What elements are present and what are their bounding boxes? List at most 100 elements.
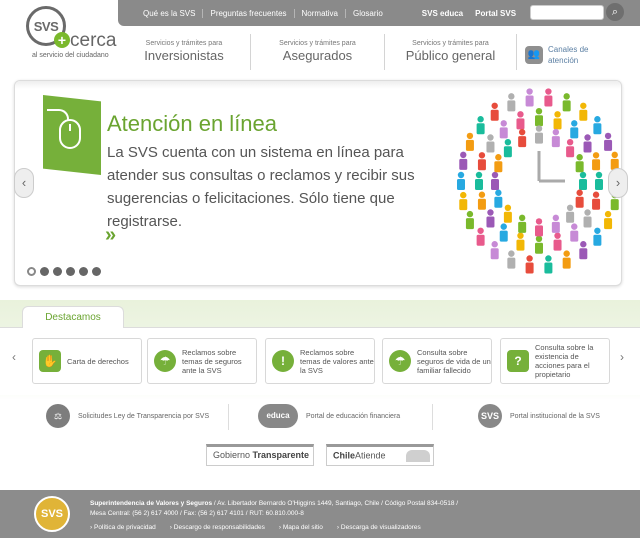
- person-figure: [503, 138, 512, 158]
- person-figure: [518, 128, 527, 148]
- destacamos-prev-icon[interactable]: ‹: [12, 350, 16, 364]
- main-nav: Servicios y trámites para Inversionistas…: [118, 34, 640, 70]
- person-figure: [579, 102, 588, 121]
- divider: [228, 404, 229, 430]
- top-link-glosario[interactable]: Glosario: [346, 9, 390, 18]
- top-link-normativa[interactable]: Normativa: [295, 8, 346, 18]
- card-carta-derechos[interactable]: ✋ Carta de derechos: [32, 338, 142, 384]
- gob-pre: Gobierno: [213, 450, 253, 460]
- site-logo[interactable]: SVS + cerca al servicio del ciudadano: [18, 4, 116, 64]
- search-icon[interactable]: ⌕: [606, 3, 624, 21]
- footer-address: Superintendencia de Valores y Seguros / …: [90, 500, 458, 507]
- nav-asegurados[interactable]: Servicios y trámites para Asegurados: [250, 34, 384, 70]
- carousel-dots: [27, 267, 105, 276]
- umbrella-icon: ☂: [154, 350, 176, 372]
- nav-inversionistas[interactable]: Servicios y trámites para Inversionistas: [118, 34, 250, 70]
- nav-canales[interactable]: 👥 Canales de atención: [516, 34, 626, 70]
- person-figure: [551, 214, 560, 233]
- destacamos-next-icon[interactable]: ›: [620, 350, 624, 364]
- nav-small-label: Servicios y trámites para: [279, 40, 356, 47]
- card-reclamos-valores[interactable]: ! Reclamos sobre temas de valores ante l…: [265, 338, 375, 384]
- footer-link-visualizadores[interactable]: Descarga de visualizadores: [337, 524, 421, 531]
- person-figure: [593, 116, 602, 135]
- link-educacion-financiera[interactable]: educa Portal de educación financiera: [258, 404, 400, 428]
- person-figure: [593, 227, 602, 246]
- card-reclamos-seguros[interactable]: ☂ Reclamos sobre temas de seguros ante l…: [147, 338, 257, 384]
- footer-link-mapa[interactable]: Mapa del sitio: [279, 524, 323, 531]
- people-icon: [406, 450, 431, 462]
- top-link-preguntas[interactable]: Preguntas frecuentes: [203, 8, 295, 18]
- person-figure: [553, 232, 562, 251]
- hand-icon: ✋: [39, 350, 61, 372]
- person-figure: [477, 152, 486, 171]
- card-label: Reclamos sobre temas de seguros ante la …: [182, 347, 242, 375]
- carousel-prev-button[interactable]: ‹: [14, 168, 34, 198]
- person-figure: [570, 120, 579, 139]
- card-label: Consulta sobre seguros de vida de un fam…: [417, 347, 491, 375]
- footer: SVS Superintendencia de Valores y Seguro…: [0, 490, 640, 538]
- canales-label: Canales de atención: [548, 45, 589, 65]
- person-figure: [516, 232, 525, 251]
- portal-svs-link[interactable]: Portal SVS: [475, 9, 516, 18]
- link-transparencia[interactable]: ⚖ Solicitudes Ley de Transparencia por S…: [46, 404, 209, 428]
- person-figure: [457, 171, 465, 190]
- person-figure: [566, 204, 575, 223]
- person-figure: [551, 128, 560, 148]
- person-figure: [503, 204, 512, 223]
- nav-publico-general[interactable]: Servicios y trámites para Público genera…: [384, 34, 516, 70]
- person-figure: [579, 171, 587, 190]
- hero-text: La SVS cuenta con un sistema en línea pa…: [107, 144, 415, 230]
- person-figure: [535, 108, 543, 127]
- carousel-dot[interactable]: [40, 267, 49, 276]
- person-figure: [562, 93, 571, 112]
- destacamos-tab[interactable]: Destacamos: [22, 306, 124, 328]
- footer-links: Política de privacidad Descargo de respo…: [90, 524, 435, 531]
- person-figure: [465, 210, 474, 230]
- carousel-next-button[interactable]: ›: [608, 168, 628, 198]
- chileatiende-badge[interactable]: ChileAtiende: [326, 444, 434, 466]
- footer-link-responsabilidades[interactable]: Descargo de responsabilidades: [170, 524, 265, 531]
- person-figure: [494, 189, 503, 208]
- carousel-dot[interactable]: [92, 267, 101, 276]
- person-figure: [583, 134, 592, 153]
- nav-small-label: Servicios y trámites para: [412, 40, 489, 47]
- carousel-dot[interactable]: [53, 267, 62, 276]
- person-figure: [604, 210, 613, 230]
- carousel-dot[interactable]: [66, 267, 75, 276]
- gobierno-transparente-badge[interactable]: Gobierno Transparente: [206, 444, 314, 466]
- person-figure: [595, 171, 603, 190]
- nav-big-label: Asegurados: [282, 48, 353, 63]
- alert-icon: !: [272, 350, 294, 372]
- person-figure: [475, 171, 483, 190]
- carousel-dot[interactable]: [79, 267, 88, 276]
- carousel-dot[interactable]: [27, 267, 36, 276]
- svs-educa-link[interactable]: SVS educa: [422, 9, 463, 18]
- person-figure: [499, 120, 508, 139]
- logo-tagline: al servicio del ciudadano: [32, 52, 109, 59]
- card-seguros-vida[interactable]: ☂ Consulta sobre seguros de vida de un f…: [382, 338, 492, 384]
- person-figure: [486, 209, 495, 228]
- person-figure: [583, 209, 592, 228]
- question-icon: ?: [507, 350, 529, 372]
- person-figure: [535, 235, 543, 254]
- person-figure: [553, 111, 562, 130]
- hero-more-link[interactable]: »: [105, 224, 116, 247]
- logo-word: cerca: [70, 30, 117, 51]
- search-input[interactable]: [530, 5, 604, 20]
- top-link-que-es[interactable]: Qué es la SVS: [136, 8, 204, 18]
- person-figure: [575, 189, 584, 208]
- person-figure: [592, 191, 601, 210]
- person-figure: [477, 191, 486, 210]
- card-existencia-acciones[interactable]: ? Consulta sobre la existencia de accion…: [500, 338, 610, 384]
- person-figure: [518, 214, 527, 233]
- hero-title: Atención en línea: [107, 111, 278, 136]
- footer-link-privacidad[interactable]: Política de privacidad: [90, 524, 156, 531]
- link-portal-institucional[interactable]: SVS Portal institucional de la SVS: [478, 404, 600, 428]
- person-figure: [459, 151, 468, 170]
- chile-rest: Atiende: [355, 450, 386, 461]
- link-label: Portal institucional de la SVS: [510, 412, 600, 420]
- chile-bold: Chile: [333, 450, 356, 461]
- people-clock-illustration: [457, 88, 621, 274]
- footer-svs-logo: SVS: [34, 496, 70, 532]
- person-figure: [544, 88, 553, 107]
